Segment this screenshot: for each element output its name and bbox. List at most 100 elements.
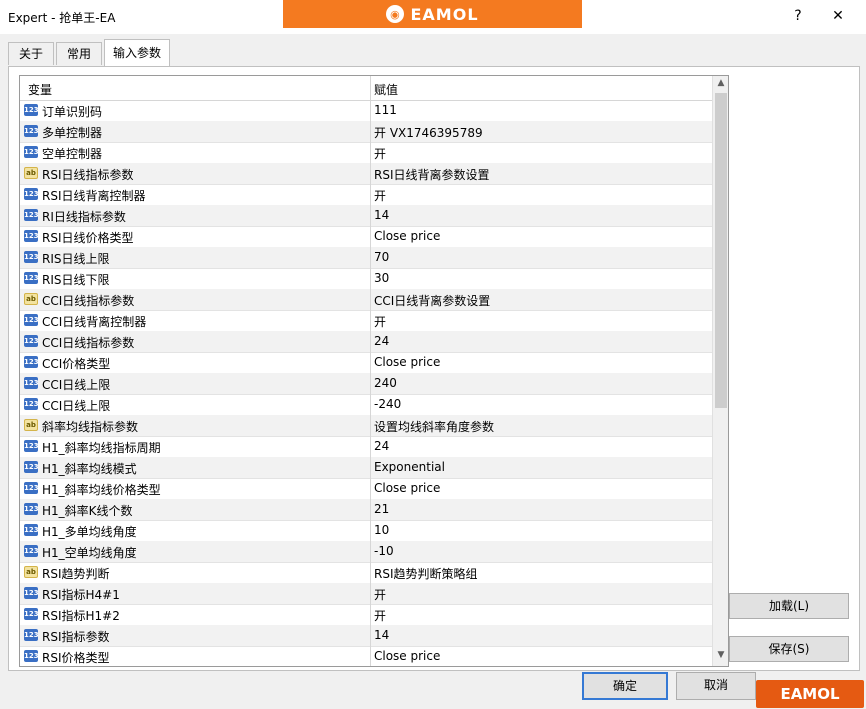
parameter-name: RSI趋势判断 [42,567,110,581]
number-type-icon: 123 [24,209,39,221]
parameter-name: H1_斜率均线指标周期 [42,441,161,455]
parameter-value[interactable]: 开 VX1746395789 [374,124,483,141]
parameter-row[interactable]: 123 多单控制器 开 VX1746395789 [20,121,712,143]
parameter-value[interactable]: Exponential [374,460,445,474]
parameter-row[interactable]: 123 H1_空单均线角度 -10 [20,541,712,563]
vertical-scrollbar[interactable]: ▲ ▼ [712,76,728,666]
parameter-row[interactable]: 123 CCI日线背离控制器 开 [20,310,712,332]
parameter-row[interactable]: ab RSI趋势判断 RSI趋势判断策略组 [20,562,712,584]
parameter-row[interactable]: 123 CCI价格类型 Close price [20,352,712,374]
parameter-value[interactable]: 开 [374,607,386,624]
parameter-name: RI日线指标参数 [42,210,126,224]
brand-logo-icon: ◉ [386,5,405,23]
parameter-row[interactable]: 123 RSI价格类型 Close price [20,646,712,666]
parameter-row[interactable]: 123 订单识别码 111 [20,100,712,122]
tab-about[interactable]: 关于 [8,42,54,65]
parameter-name: CCI日线背离控制器 [42,315,147,329]
parameter-row[interactable]: 123 RSI日线背离控制器 开 [20,184,712,206]
parameter-value[interactable]: 开 [374,313,386,330]
number-type-icon: 123 [24,524,39,536]
parameter-name: CCI日线上限 [42,399,111,413]
string-type-icon: ab [24,419,38,431]
scroll-thumb[interactable] [715,93,727,408]
parameter-value[interactable]: Close price [374,481,440,495]
parameter-row[interactable]: 123 H1_多单均线角度 10 [20,520,712,542]
parameter-name: CCI价格类型 [42,357,111,371]
parameter-value[interactable]: Close price [374,229,440,243]
number-type-icon: 123 [24,146,39,158]
parameter-value[interactable]: 24 [374,334,389,348]
parameter-row[interactable]: 123 CCI日线上限 -240 [20,394,712,416]
parameter-name: RSI指标H1#2 [42,609,120,623]
brand-logo-text: EAMOL [410,4,479,24]
parameter-name: RSI日线背离控制器 [42,189,146,203]
parameter-row[interactable]: 123 RSI指标H1#2 开 [20,604,712,626]
parameter-name: RIS日线上限 [42,252,110,266]
parameter-row[interactable]: 123 RIS日线上限 70 [20,247,712,269]
parameter-name: H1_多单均线角度 [42,525,137,539]
parameter-row[interactable]: ab RSI日线指标参数 RSI日线背离参数设置 [20,163,712,185]
parameter-value[interactable]: RSI日线背离参数设置 [374,166,490,183]
parameter-row[interactable]: 123 H1_斜率均线指标周期 24 [20,436,712,458]
parameter-row[interactable]: 123 RI日线指标参数 14 [20,205,712,227]
column-header-variable[interactable]: 变量 [28,81,52,98]
number-type-icon: 123 [24,440,39,452]
save-button[interactable]: 保存(S) [729,636,849,662]
parameter-value[interactable]: -240 [374,397,401,411]
parameter-value[interactable]: 21 [374,502,389,516]
watermark-logo: EAMOL [756,680,864,708]
parameter-value[interactable]: RSI趋势判断策略组 [374,565,478,582]
close-button[interactable]: ✕ [826,6,850,26]
scroll-down-icon[interactable]: ▼ [716,650,726,662]
parameters-grid: 变量 赋值 123 订单识别码 111 123 多单控制器开 VX1746395789 1… [19,75,729,667]
number-type-icon: 123 [24,545,39,557]
parameter-row[interactable]: 123 RIS日线下限 30 [20,268,712,290]
parameter-row[interactable]: 123 H1_斜率K线个数 21 [20,499,712,521]
parameter-row[interactable]: ab 斜率均线指标参数 设置均线斜率角度参数 [20,415,712,437]
parameter-value[interactable]: 70 [374,250,389,264]
parameter-row[interactable]: 123 CCI日线上限 240 [20,373,712,395]
ok-button[interactable]: 确定 [582,672,668,700]
parameter-row[interactable]: 123 H1_斜率均线模式 Exponential [20,457,712,479]
load-button[interactable]: 加载(L) [729,593,849,619]
parameter-value[interactable]: 240 [374,376,397,390]
parameter-name: 空单控制器 [42,147,103,161]
number-type-icon: 123 [24,377,39,389]
parameter-value[interactable]: 30 [374,271,389,285]
parameter-value[interactable]: 14 [374,628,389,642]
parameter-value[interactable]: 14 [374,208,389,222]
parameter-value[interactable]: 10 [374,523,389,537]
number-type-icon: 123 [24,251,39,263]
parameter-row[interactable]: 123 H1_斜率均线价格类型 Close price [20,478,712,500]
parameter-value[interactable]: 设置均线斜率角度参数 [374,418,494,435]
parameter-row[interactable]: ab CCI日线指标参数 CCI日线背离参数设置 [20,289,712,311]
parameter-value[interactable]: -10 [374,544,394,558]
parameter-row[interactable]: 123 RSI指标参数 14 [20,625,712,647]
column-header-value[interactable]: 赋值 [374,81,398,98]
parameter-value[interactable]: Close price [374,649,440,663]
parameter-row[interactable]: 123 空单控制器 开 [20,142,712,164]
parameter-value[interactable]: 开 [374,145,386,162]
number-type-icon: 123 [24,272,39,284]
parameter-value[interactable]: CCI日线背离参数设置 [374,292,490,309]
parameter-row[interactable]: 123 RSI指标H4#1 开 [20,583,712,605]
window-title: Expert - 抢单王-EA [8,11,116,25]
parameter-row[interactable]: 123 RSI日线价格类型 Close price [20,226,712,248]
number-type-icon: 123 [24,608,39,620]
help-button[interactable]: ? [786,6,810,26]
parameter-name: RSI日线指标参数 [42,168,134,182]
number-type-icon: 123 [24,230,39,242]
parameter-row[interactable]: 123 CCI日线指标参数 24 [20,331,712,353]
tab-common[interactable]: 常用 [56,42,102,65]
number-type-icon: 123 [24,335,39,347]
number-type-icon: 123 [24,125,39,137]
parameter-value[interactable]: 111 [374,103,397,117]
parameter-name: RSI指标参数 [42,630,110,644]
parameter-value[interactable]: 开 [374,187,386,204]
scroll-up-icon[interactable]: ▲ [716,78,726,90]
parameter-value[interactable]: 24 [374,439,389,453]
parameter-value[interactable]: 开 [374,586,386,603]
cancel-button[interactable]: 取消 [676,672,756,700]
tab-inputs[interactable]: 输入参数 [104,39,170,66]
parameter-value[interactable]: Close price [374,355,440,369]
